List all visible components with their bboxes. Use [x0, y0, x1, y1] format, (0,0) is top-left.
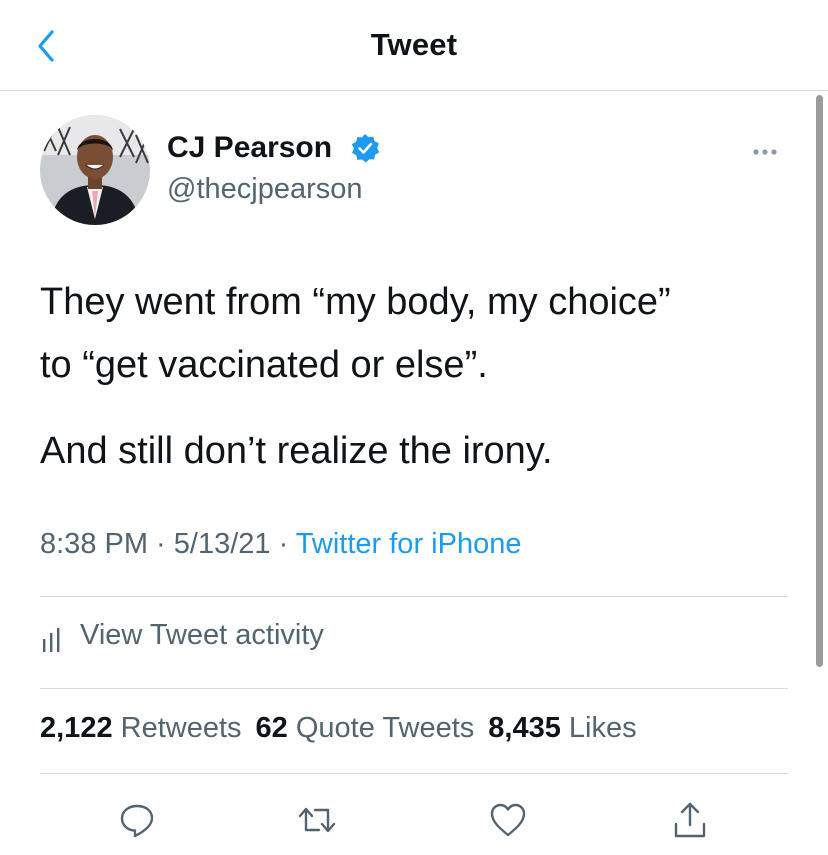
divider [40, 596, 788, 597]
reply-icon [120, 804, 154, 838]
top-nav-bar: Tweet [0, 0, 828, 91]
like-button[interactable] [488, 800, 528, 840]
more-dots-icon [753, 149, 777, 155]
view-tweet-activity-label: View Tweet activity [80, 619, 324, 651]
divider [40, 688, 788, 689]
author-handle[interactable]: @thecjpearson [167, 173, 363, 206]
avatar[interactable] [40, 115, 150, 225]
like-icon [490, 803, 526, 837]
meta-separator: · [270, 528, 296, 560]
likes-label: Likes [568, 712, 637, 744]
scrollbar[interactable] [816, 95, 823, 667]
tweet-date: 5/13/21 [173, 528, 271, 560]
divider [40, 773, 788, 774]
likes-stat[interactable]: 8,435 Likes [488, 712, 636, 745]
page-title: Tweet [370, 27, 458, 62]
more-options-button[interactable] [744, 140, 788, 164]
share-button[interactable] [670, 800, 710, 840]
retweet-icon [298, 807, 336, 833]
retweet-button[interactable] [297, 800, 337, 840]
retweets-stat[interactable]: 2,122 Retweets [40, 712, 242, 745]
quote-tweets-label: Quote Tweets [295, 712, 475, 744]
retweets-label: Retweets [120, 712, 242, 744]
retweets-count: 2,122 [40, 712, 113, 744]
tweet-timestamp-row: 8:38 PM · 5/13/21 · Twitter for iPhone [40, 528, 521, 561]
bar-chart-icon [43, 628, 60, 652]
tweet-text-line: And still don’t realize the irony. [40, 430, 553, 472]
quote-tweets-stat[interactable]: 62 Quote Tweets [256, 712, 475, 745]
tweet-text-line: to “get vaccinated or else”. [40, 344, 488, 386]
tweet-time: 8:38 PM [40, 528, 148, 560]
reply-button[interactable] [117, 800, 157, 840]
verified-badge-icon [351, 134, 380, 163]
tweet-source-link[interactable]: Twitter for iPhone [296, 528, 522, 560]
engagement-stats: 2,122 Retweets 62 Quote Tweets 8,435 Likes [40, 712, 651, 745]
profile-photo [40, 115, 150, 225]
quote-tweets-count: 62 [255, 712, 288, 744]
likes-count: 8,435 [488, 712, 561, 744]
author-display-name[interactable]: CJ Pearson [167, 131, 332, 165]
share-icon [674, 802, 706, 838]
meta-separator: · [148, 528, 174, 560]
tweet-text-line: They went from “my body, my choice” [40, 281, 671, 323]
